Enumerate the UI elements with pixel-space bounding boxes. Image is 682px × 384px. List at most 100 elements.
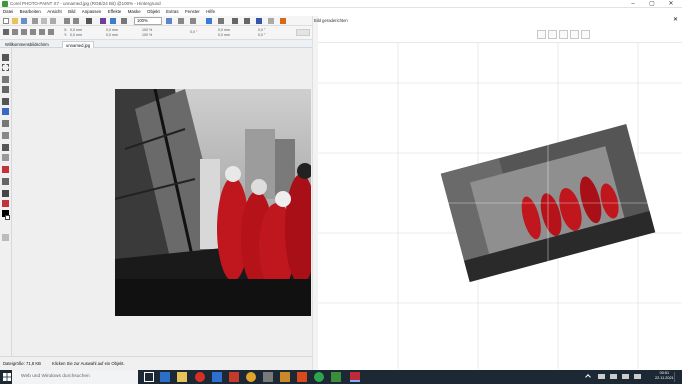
task-view-icon[interactable] (144, 372, 154, 382)
menu-maske[interactable]: Maske (128, 8, 141, 16)
menu-extras[interactable]: Extras (166, 8, 178, 16)
dialog-header (318, 16, 682, 25)
mask-tool-icon[interactable] (2, 64, 9, 71)
copy-icon[interactable] (41, 18, 47, 24)
windows-start-icon[interactable] (3, 373, 11, 381)
menu-bearbeiten[interactable]: Bearbeiten (20, 8, 41, 16)
corel-connect-icon[interactable] (100, 18, 106, 24)
tab-welcome[interactable]: Willkommensbildschirm (2, 41, 52, 48)
new-file-icon[interactable] (3, 18, 9, 24)
close-button[interactable]: ✕ (664, 0, 678, 8)
clone-tool-icon[interactable] (2, 120, 9, 127)
pick-tool-icon[interactable] (2, 54, 9, 61)
perspective-icon[interactable] (48, 29, 54, 35)
options-icon[interactable] (268, 18, 274, 24)
chrome-canary-icon[interactable] (246, 372, 256, 382)
zoom-out-icon[interactable] (121, 18, 127, 24)
guides-icon[interactable] (244, 18, 250, 24)
grid-icon[interactable] (218, 18, 224, 24)
explorer-icon[interactable] (177, 372, 187, 382)
zoom-tool-icon[interactable] (2, 86, 9, 93)
paint-tool-icon[interactable] (2, 144, 9, 151)
fill-tool-icon[interactable] (2, 178, 9, 185)
color-replacer-icon[interactable] (2, 200, 9, 207)
fit-view-icon[interactable] (581, 30, 590, 39)
apply-button[interactable] (296, 29, 310, 36)
taskbar-clock[interactable]: 00:51 22.11.2021 (655, 371, 674, 380)
edge-icon[interactable] (160, 372, 170, 382)
crop-tool-icon[interactable] (2, 76, 9, 83)
maximize-button[interactable]: ▢ (645, 0, 659, 8)
text-tool-icon[interactable] (2, 132, 9, 139)
active-app-icon[interactable] (350, 372, 360, 382)
snap-icon[interactable] (256, 18, 262, 24)
menu-bar: Datei Bearbeiten Ansicht Bild Anpassen E… (0, 8, 314, 16)
skew-icon[interactable] (30, 29, 36, 35)
vlc-icon[interactable] (280, 372, 290, 382)
notification-center-icon[interactable] (674, 372, 680, 382)
menu-datei[interactable]: Datei (3, 8, 13, 16)
add-tool-icon[interactable] (2, 234, 9, 241)
app-icon-orange[interactable] (297, 372, 307, 382)
app-icon-red[interactable] (229, 372, 239, 382)
menu-hilfe[interactable]: Hilfe (206, 8, 215, 16)
tab-unnamed-jpg[interactable]: unnamed.jpg (62, 41, 95, 48)
skew-v-field[interactable]: 0,0 ° (258, 33, 265, 38)
pick-tool-icon[interactable] (3, 29, 9, 35)
background-color-swatch[interactable] (5, 215, 10, 220)
layers-icon[interactable] (206, 18, 212, 24)
scale-height-field[interactable]: 100 % (142, 33, 152, 38)
paste-icon[interactable] (50, 18, 56, 24)
app-icon-gray[interactable] (263, 372, 273, 382)
center-y-field[interactable]: 0,0 mm (218, 33, 230, 38)
scale-icon[interactable] (21, 29, 27, 35)
rulers-icon[interactable] (232, 18, 238, 24)
zoom-in-icon[interactable] (559, 30, 568, 39)
open-folder-icon[interactable] (12, 18, 18, 24)
straighten-preview[interactable] (318, 42, 682, 369)
dialog-title: Bild geraderichten (314, 18, 348, 23)
launch-icon[interactable] (110, 18, 116, 24)
app-icon-green[interactable] (314, 372, 324, 382)
rotate-icon[interactable] (12, 29, 18, 35)
height-field[interactable]: 0,0 mm (106, 33, 118, 38)
redo-icon[interactable] (73, 18, 79, 24)
brush-tool-icon[interactable] (2, 190, 9, 197)
redeye-tool-icon[interactable] (2, 108, 9, 115)
menu-anpassen[interactable]: Anpassen (82, 8, 102, 16)
eraser-tool-icon[interactable] (2, 166, 9, 173)
zoom-out-icon[interactable] (570, 30, 579, 39)
distort-icon[interactable] (39, 29, 45, 35)
tray-language-icon[interactable] (634, 374, 641, 379)
menu-objekt[interactable]: Objekt (147, 8, 160, 16)
rotate-left-icon[interactable] (537, 30, 546, 39)
cut-icon[interactable] (32, 18, 38, 24)
word-icon[interactable] (212, 372, 222, 382)
status-message: Klicken Sie zur Auswahl auf ein Objekt. (52, 361, 125, 366)
effect-tool-icon[interactable] (2, 154, 9, 161)
menu-ansicht[interactable]: Ansicht (47, 8, 61, 16)
dialog-close-button[interactable]: ✕ (673, 17, 678, 23)
zoom-select[interactable]: 100% (134, 17, 162, 25)
show-mask-icon[interactable] (178, 18, 184, 24)
menu-fenster[interactable]: Fenster (185, 8, 200, 16)
color-management-icon[interactable] (280, 18, 286, 24)
document-photo[interactable] (115, 89, 311, 316)
tray-volume-icon[interactable] (610, 374, 617, 379)
save-icon[interactable] (21, 18, 27, 24)
minimize-button[interactable]: – (626, 0, 640, 8)
chrome-icon[interactable] (195, 372, 205, 382)
y-position-field[interactable]: 0,0 mm (70, 33, 82, 38)
undo-icon[interactable] (64, 18, 70, 24)
tray-battery-icon[interactable] (622, 374, 629, 379)
mask-icon[interactable] (166, 18, 172, 24)
import-icon[interactable] (86, 18, 92, 24)
menu-effekte[interactable]: Effekte (108, 8, 122, 16)
eyedropper-icon[interactable] (2, 98, 9, 105)
corel-photo-paint-icon[interactable] (331, 372, 341, 382)
pan-icon[interactable] (548, 30, 557, 39)
tray-network-icon[interactable] (598, 374, 605, 379)
menu-bild[interactable]: Bild (68, 8, 75, 16)
angle-field[interactable]: 0,0 ° (190, 30, 197, 35)
show-object-icon[interactable] (190, 18, 196, 24)
